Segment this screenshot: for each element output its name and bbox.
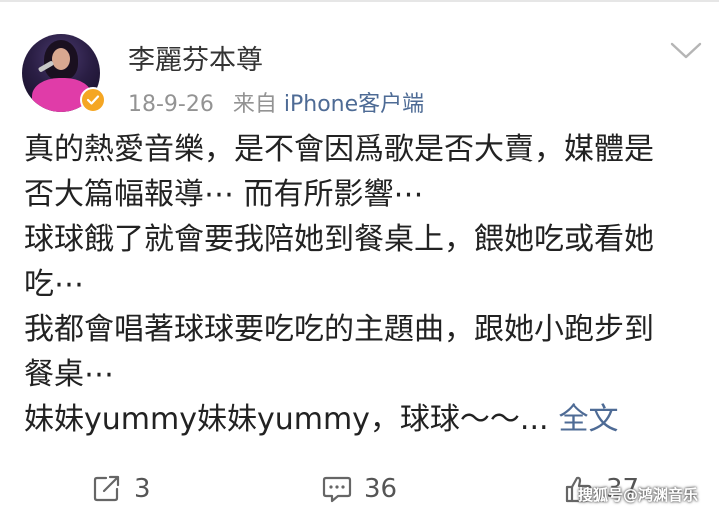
content-line: 否大篇幅報導⋯ 而有所影響⋯ <box>24 177 424 212</box>
verified-badge-icon <box>80 87 106 113</box>
repost-button[interactable]: 3 <box>92 474 151 504</box>
full-text-link[interactable]: 全文 <box>559 402 619 437</box>
repost-count: 3 <box>134 474 151 504</box>
comment-icon <box>322 476 352 503</box>
content-line: 餐桌⋯ <box>24 357 114 392</box>
content-line-last: 妹妹yummy妹妹yummy，球球～～... 全文 <box>24 397 709 442</box>
comment-count: 36 <box>364 474 398 504</box>
checkmark-icon <box>86 95 100 105</box>
username[interactable]: 李麗芬本尊 <box>128 38 263 77</box>
source-prefix: 来自 <box>232 92 277 117</box>
source-client-link[interactable]: iPhone客户端 <box>284 92 424 117</box>
content-line-text: 妹妹yummy妹妹yummy，球球～～... <box>24 402 549 437</box>
post-meta: 18-9-26 来自 iPhone客户端 <box>128 86 424 118</box>
repost-icon <box>93 475 120 502</box>
avatar-face <box>52 48 70 70</box>
content-line: 球球餓了就會要我陪她到餐桌上，餵她吃或看她 <box>24 222 654 257</box>
content-line: 真的熱愛音樂，是不會因爲歌是否大賣，媒體是 <box>24 132 654 167</box>
top-divider <box>0 0 719 2</box>
content-line: 我都會唱著球球要吃吃的主題曲，跟她小跑步到 <box>24 312 654 347</box>
watermark: 搜狐号@鸿渊音乐 <box>578 486 699 504</box>
post-date: 18-9-26 <box>128 92 214 117</box>
comment-button[interactable]: 36 <box>322 474 397 504</box>
chevron-down-icon[interactable] <box>668 40 704 62</box>
content-line: 吃⋯ <box>24 267 84 302</box>
post-content[interactable]: 真的熱愛音樂，是不會因爲歌是否大賣，媒體是 否大篇幅報導⋯ 而有所影響⋯ 球球餓… <box>24 127 709 442</box>
